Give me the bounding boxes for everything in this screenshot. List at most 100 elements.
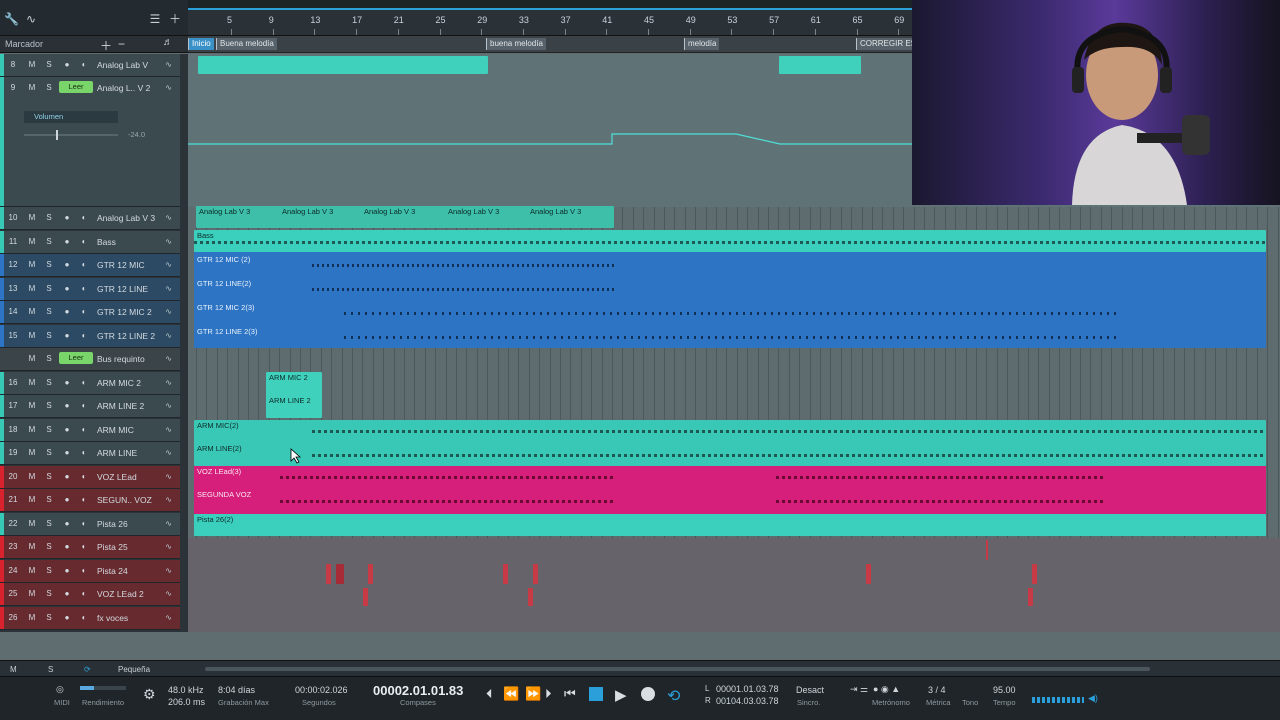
monitor-icon[interactable]: ◐ <box>78 59 90 71</box>
loop-start-icon[interactable]: ⏴ <box>486 686 493 702</box>
clip-fx[interactable] <box>986 540 988 560</box>
monitor-icon[interactable]: ◐ <box>78 494 90 506</box>
track-header[interactable]: 26 M S ● ◐ fx voces ∿ <box>0 607 180 630</box>
record-arm-icon[interactable]: ● <box>61 447 73 459</box>
record-arm-icon[interactable]: ● <box>61 424 73 436</box>
track-name[interactable]: VOZ LEad <box>97 472 137 482</box>
track-header[interactable]: 8 M S ● ◐ Analog Lab V ∿ <box>0 54 180 77</box>
forward-icon[interactable]: ⏩ <box>525 686 541 702</box>
solo-button[interactable]: S <box>43 212 55 224</box>
record-arm-icon[interactable]: ● <box>61 236 73 248</box>
mute-button[interactable]: M <box>26 259 38 271</box>
track-name[interactable]: GTR 12 LINE 2 <box>97 331 155 341</box>
solo-button[interactable]: S <box>43 400 55 412</box>
track-header[interactable]: 11 M S ● ◐ Bass ∿ <box>0 231 180 254</box>
monitor-icon[interactable]: ◐ <box>78 400 90 412</box>
add-track-icon[interactable]: ＋ <box>168 12 182 26</box>
track-name[interactable]: Bus requinto <box>97 354 145 364</box>
marker[interactable]: melodía <box>684 38 720 50</box>
loop-end-icon[interactable]: ⏵ <box>545 686 552 702</box>
mute-button[interactable]: M <box>26 236 38 248</box>
mute-button[interactable]: M <box>26 471 38 483</box>
track-name[interactable]: Bass <box>97 237 116 247</box>
waveform-icon[interactable]: ∿ <box>165 284 172 293</box>
monitor-icon[interactable]: ◐ <box>78 424 90 436</box>
loop-start[interactable]: 00001.01.03.78 <box>716 684 779 694</box>
waveform-icon[interactable]: ∿ <box>165 213 172 222</box>
metronome-options-icon[interactable]: ● ◉ ▲ <box>873 684 900 695</box>
record-arm-icon[interactable]: ● <box>61 377 73 389</box>
waveform-icon[interactable]: ∿ <box>165 307 172 316</box>
mute-button[interactable]: M <box>26 330 38 342</box>
solo-button[interactable]: S <box>43 306 55 318</box>
record-arm-icon[interactable]: ● <box>61 259 73 271</box>
monitor-icon[interactable]: ◐ <box>78 565 90 577</box>
mute-button[interactable]: M <box>26 541 38 553</box>
mute-button[interactable]: M <box>26 400 38 412</box>
record-arm-icon[interactable]: ● <box>61 588 73 600</box>
monitor-icon[interactable]: ◐ <box>78 212 90 224</box>
mixer-s-label[interactable]: S <box>48 665 53 674</box>
mute-button[interactable]: M <box>26 494 38 506</box>
settings-gear-icon[interactable]: ⚙ <box>143 686 156 703</box>
waveform-icon[interactable]: ∿ <box>165 60 172 69</box>
marker-track[interactable]: Inicio Buena melodía buena melodía melodía C… <box>188 36 924 53</box>
zoom-size-label[interactable]: Pequeña <box>118 665 150 674</box>
solo-button[interactable]: S <box>43 259 55 271</box>
clip-analog-lab-v3[interactable]: Analog Lab V 3 Analog Lab V 3 Analog Lab… <box>196 206 614 228</box>
waveform-icon[interactable]: ∿ <box>165 378 172 387</box>
mute-button[interactable]: M <box>26 306 38 318</box>
monitor-icon[interactable]: ◐ <box>78 306 90 318</box>
track-header[interactable]: 17 M S ● ◐ ARM LINE 2 ∿ <box>0 395 180 418</box>
automation-read-button[interactable]: Leer <box>59 81 93 93</box>
volume-automation-line[interactable] <box>188 54 912 207</box>
clip-fx[interactable] <box>866 564 871 584</box>
track-header[interactable]: 12 M S ● ◐ GTR 12 MIC ∿ <box>0 254 180 277</box>
tempo-value[interactable]: 95.00 <box>993 685 1016 695</box>
solo-button[interactable]: S <box>43 236 55 248</box>
record-button[interactable] <box>641 687 655 701</box>
solo-button[interactable]: S <box>43 424 55 436</box>
clip-fx[interactable] <box>503 564 508 584</box>
record-arm-icon[interactable]: ● <box>61 400 73 412</box>
solo-button[interactable]: S <box>43 330 55 342</box>
marker[interactable]: Buena melodía <box>216 38 277 50</box>
track-header[interactable]: 23 M S ● ◐ Pista 25 ∿ <box>0 536 180 559</box>
monitor-icon[interactable]: ◐ <box>78 541 90 553</box>
track-name[interactable]: ARM LINE 2 <box>97 401 144 411</box>
waveform-icon[interactable]: ∿ <box>165 472 172 481</box>
mute-button[interactable]: M <box>26 212 38 224</box>
track-name[interactable]: GTR 12 MIC <box>97 260 145 270</box>
track-name[interactable]: Analog L.. V 2 <box>97 83 150 93</box>
clip-gtr-block[interactable]: GTR 12 MIC (2) GTR 12 LINE(2) GTR 12 MIC… <box>194 252 1266 348</box>
marker-note-icon[interactable]: ♬ <box>163 37 173 48</box>
list-icon[interactable]: ☰ <box>148 12 162 26</box>
solo-button[interactable]: S <box>43 82 55 94</box>
go-start-icon[interactable]: ⏮ <box>564 686 576 702</box>
track-name[interactable]: GTR 12 MIC 2 <box>97 307 152 317</box>
clip-voz-block[interactable]: VOZ LEad(3) SEGUNDA VOZ <box>194 466 1266 514</box>
record-arm-icon[interactable]: ● <box>61 283 73 295</box>
waveform-icon[interactable]: ∿ <box>165 401 172 410</box>
loop-button[interactable]: ⟲ <box>667 686 680 706</box>
automation-parameter-select[interactable]: Volumen <box>24 111 118 123</box>
mute-button[interactable]: M <box>26 518 38 530</box>
clip-fx[interactable] <box>528 588 533 606</box>
clip-pista-26[interactable]: Pista 26(2) <box>194 514 1266 536</box>
solo-button[interactable]: S <box>43 588 55 600</box>
track-name[interactable]: Analog Lab V <box>97 60 148 70</box>
waveform-icon[interactable]: ∿ <box>165 566 172 575</box>
record-arm-icon[interactable]: ● <box>61 612 73 624</box>
time-signature[interactable]: 3 / 4 <box>928 685 946 695</box>
monitor-icon[interactable]: ◐ <box>78 612 90 624</box>
waveform-icon[interactable]: ∿ <box>165 589 172 598</box>
clip-fx[interactable] <box>1032 564 1037 584</box>
sync-status[interactable]: Desact <box>796 685 824 695</box>
track-header[interactable]: 14 M S ● ◐ GTR 12 MIC 2 ∿ <box>0 301 180 324</box>
track-header[interactable]: 9 M S Leer Analog L.. V 2 ∿ Volumen -24.0 <box>0 77 180 207</box>
record-arm-icon[interactable]: ● <box>61 471 73 483</box>
track-name[interactable]: fx voces <box>97 613 128 623</box>
sync-options-icon[interactable]: ⇥ ⚌ <box>850 684 868 695</box>
track-header[interactable]: 22 M S ● ◐ Pista 26 ∿ <box>0 513 180 536</box>
solo-button[interactable]: S <box>43 565 55 577</box>
